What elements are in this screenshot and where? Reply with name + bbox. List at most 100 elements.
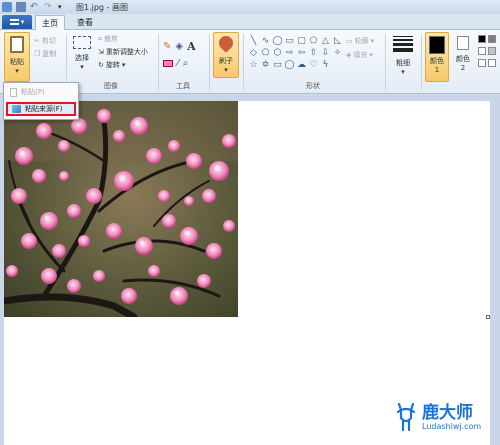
color2-label: 颜色2	[456, 55, 470, 72]
separator	[158, 34, 159, 90]
curve-shape-icon[interactable]: ∿	[260, 36, 271, 47]
heart-shape-icon[interactable]: ♡	[308, 60, 319, 71]
palette-empty[interactable]	[488, 59, 496, 67]
select-button[interactable]: 选择 ▾	[71, 36, 93, 71]
left-arrow-shape-icon[interactable]: ⇦	[296, 48, 307, 59]
paste-icon	[10, 36, 24, 53]
chevron-down-icon: ▾	[80, 63, 84, 71]
save-icon[interactable]	[16, 2, 26, 12]
fill-button[interactable]: ◈ 填充 ▾	[346, 50, 373, 60]
right-triangle-shape-icon[interactable]: ◺	[332, 36, 343, 47]
crop-label: 裁剪	[103, 35, 118, 43]
callout-rect-shape-icon[interactable]: ▭	[272, 60, 283, 71]
menu-icon	[9, 19, 19, 25]
customize-icon[interactable]: ▾	[58, 2, 68, 12]
tools-row-1: ✎ ◈ A	[163, 40, 196, 53]
color-picker-icon[interactable]: ⁄	[177, 58, 179, 69]
scissors-icon: ✂	[34, 37, 40, 45]
crop-icon: ⌗	[98, 34, 102, 43]
down-arrow-shape-icon[interactable]: ⇩	[320, 48, 331, 59]
brushes-label: 刷子	[219, 57, 233, 65]
canvas-resize-handle[interactable]	[486, 315, 490, 319]
lightning-shape-icon[interactable]: ϟ	[320, 60, 331, 71]
up-arrow-shape-icon[interactable]: ⇧	[308, 48, 319, 59]
crop-button[interactable]: ⌗ 裁剪	[98, 34, 118, 44]
palette-gray[interactable]	[488, 35, 496, 43]
select-label: 选择	[75, 54, 89, 62]
redo-icon[interactable]: ↷	[44, 2, 54, 12]
size-label: 粗细	[396, 59, 410, 67]
image-group-label: 图像	[104, 82, 118, 90]
text-icon[interactable]: A	[187, 40, 196, 53]
palette-black[interactable]	[478, 35, 486, 43]
fill-icon[interactable]: ◈	[175, 41, 183, 52]
tab-row: ▾ 主页 查看	[0, 14, 500, 30]
line-width-icon	[393, 34, 413, 54]
tab-home[interactable]: 主页	[35, 15, 65, 30]
separator	[421, 34, 422, 90]
paste-button[interactable]: 粘贴 ▾	[4, 32, 30, 82]
separator	[209, 34, 210, 90]
fill-label: 填充	[353, 51, 368, 59]
file-menu-button[interactable]: ▾	[2, 15, 32, 29]
pentagon-shape-icon[interactable]: ⬠	[260, 48, 271, 59]
cut-label: 剪切	[41, 37, 56, 45]
copy-icon: ❐	[34, 50, 41, 58]
polygon-shape-icon[interactable]: ⬠	[308, 36, 319, 47]
color1-swatch	[429, 36, 445, 54]
clipboard-icon	[10, 87, 17, 97]
size-button[interactable]: 粗细 ▾	[391, 34, 415, 76]
color2-button[interactable]: 颜色2	[453, 36, 473, 73]
tab-view[interactable]: 查看	[71, 15, 99, 30]
window-title: 图1.jpg - 画图	[76, 2, 128, 12]
magnifier-icon[interactable]: ⌕	[183, 58, 189, 69]
oval-shape-icon[interactable]: ◯	[272, 36, 283, 47]
tools-group-label: 工具	[176, 82, 190, 90]
palette-white[interactable]	[478, 47, 486, 55]
hexagon-shape-icon[interactable]: ⬡	[272, 48, 283, 59]
eraser-icon[interactable]	[163, 60, 173, 67]
rounded-rect-shape-icon[interactable]: ▢	[296, 36, 307, 47]
line-shape-icon[interactable]: ╲	[248, 36, 259, 47]
color1-button[interactable]: 颜色1	[425, 32, 449, 82]
pencil-icon[interactable]: ✎	[163, 41, 171, 52]
separator	[243, 34, 244, 90]
outline-button[interactable]: ▭ 轮廓 ▾	[346, 36, 374, 46]
undo-icon[interactable]: ↶	[30, 2, 40, 12]
color1-label: 颜色1	[430, 57, 444, 74]
plum-blossom-photo[interactable]	[4, 101, 238, 317]
triangle-shape-icon[interactable]: △	[320, 36, 331, 47]
brushes-button[interactable]: 刷子 ▾	[213, 32, 239, 78]
cloud-shape-icon[interactable]: ☁	[296, 60, 307, 71]
shapes-gallery[interactable]: ╲ ∿ ◯ ▭ ▢ ⬠ △ ◺ ◇ ⬠ ⬡ ⇨ ⇦ ⇧ ⇩ ✧ ☆ ✡ ▭ ◯ …	[248, 36, 343, 71]
paste-from-icon	[12, 105, 21, 113]
shapes-group-label: 形状	[306, 82, 320, 90]
file-menu-arrow: ▾	[20, 18, 25, 26]
outline-icon: ▭	[346, 37, 353, 45]
chevron-down-icon: ▾	[224, 66, 228, 74]
diamond-shape-icon[interactable]: ◇	[248, 48, 259, 59]
rotate-icon: ↻	[98, 61, 104, 69]
palette-light-gray[interactable]	[488, 47, 496, 55]
five-star-shape-icon[interactable]: ☆	[248, 60, 259, 71]
tools-row-2: ⁄ ⌕	[163, 58, 188, 69]
palette-empty[interactable]	[478, 59, 486, 67]
title-bar: ↶ ↷ ▾ 图1.jpg - 画图	[0, 0, 500, 14]
chevron-down-icon: ▾	[121, 61, 126, 69]
paste-from-menu-item[interactable]: 粘贴来源(F)	[6, 102, 76, 116]
outline-label: 轮廓	[354, 37, 369, 45]
four-star-shape-icon[interactable]: ✧	[332, 48, 343, 59]
resize-button[interactable]: ⇲ 重新调整大小	[98, 47, 148, 57]
callout-oval-shape-icon[interactable]: ◯	[284, 60, 295, 71]
right-arrow-shape-icon[interactable]: ⇨	[284, 48, 295, 59]
paste-menu-item[interactable]: 粘贴(P)	[6, 85, 76, 99]
rotate-button[interactable]: ↻ 旋转 ▾	[98, 60, 125, 70]
watermark: 鹿大师 Ludashiwj.com	[393, 402, 481, 432]
cut-button[interactable]: ✂ 剪切	[34, 36, 56, 46]
rotate-label: 旋转	[105, 61, 120, 69]
rectangle-shape-icon[interactable]: ▭	[284, 36, 295, 47]
chevron-down-icon: ▾	[15, 67, 19, 75]
six-star-shape-icon[interactable]: ✡	[260, 60, 271, 71]
copy-button[interactable]: ❐ 复制	[34, 49, 56, 59]
paste-dropdown-menu: 粘贴(P) 粘贴来源(F)	[3, 82, 79, 120]
